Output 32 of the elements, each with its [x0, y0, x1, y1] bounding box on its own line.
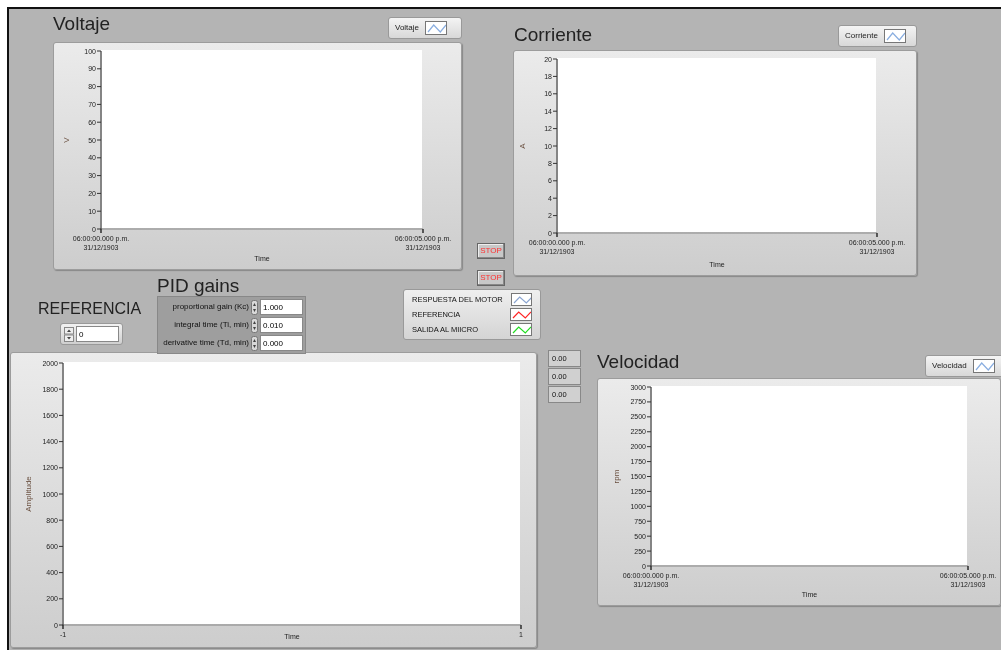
- legend-label: Corriente: [845, 30, 878, 42]
- axis-title: V: [62, 137, 71, 143]
- plot-line-icon: [510, 308, 532, 321]
- field-label: derivative time (Td, min): [163, 337, 249, 349]
- axis-title: rpm: [612, 469, 621, 484]
- plot-line-icon: [510, 323, 532, 336]
- graph-title: Corriente: [514, 25, 593, 44]
- spinner-icon[interactable]: [251, 299, 258, 315]
- legend-label: Velocidad: [932, 360, 967, 372]
- control-label: REFERENCIA: [38, 301, 142, 317]
- plot-line-icon: [510, 293, 532, 306]
- legend-label: Voltaje: [395, 22, 420, 34]
- plot-legend[interactable]: Velocidad: [925, 355, 1001, 377]
- graph-title: Velocidad: [597, 352, 680, 371]
- number-field[interactable]: 0.000: [260, 335, 303, 351]
- increment-decrement-icon[interactable]: [64, 326, 74, 342]
- plot-legend[interactable]: Voltaje: [388, 17, 462, 39]
- cluster-title: PID gains: [157, 276, 240, 295]
- graph-title: Voltaje: [53, 14, 111, 33]
- number-field[interactable]: 0: [76, 326, 119, 342]
- axis-title: A: [518, 143, 527, 149]
- plot-line-icon: [972, 359, 995, 373]
- plot-line-icon: [425, 21, 448, 35]
- field-label: integral time (Ti, min): [174, 319, 249, 331]
- number-field[interactable]: 0.010: [260, 317, 303, 333]
- spinner-icon[interactable]: [251, 335, 258, 351]
- plot-legend[interactable]: Corriente: [838, 25, 917, 47]
- axis-title: Amplitude: [24, 476, 33, 512]
- field-label: proportional gain (Kc): [172, 301, 249, 313]
- number-field[interactable]: 1.000: [260, 299, 303, 315]
- spinner-icon[interactable]: [251, 317, 258, 333]
- plot-line-icon: [883, 29, 906, 43]
